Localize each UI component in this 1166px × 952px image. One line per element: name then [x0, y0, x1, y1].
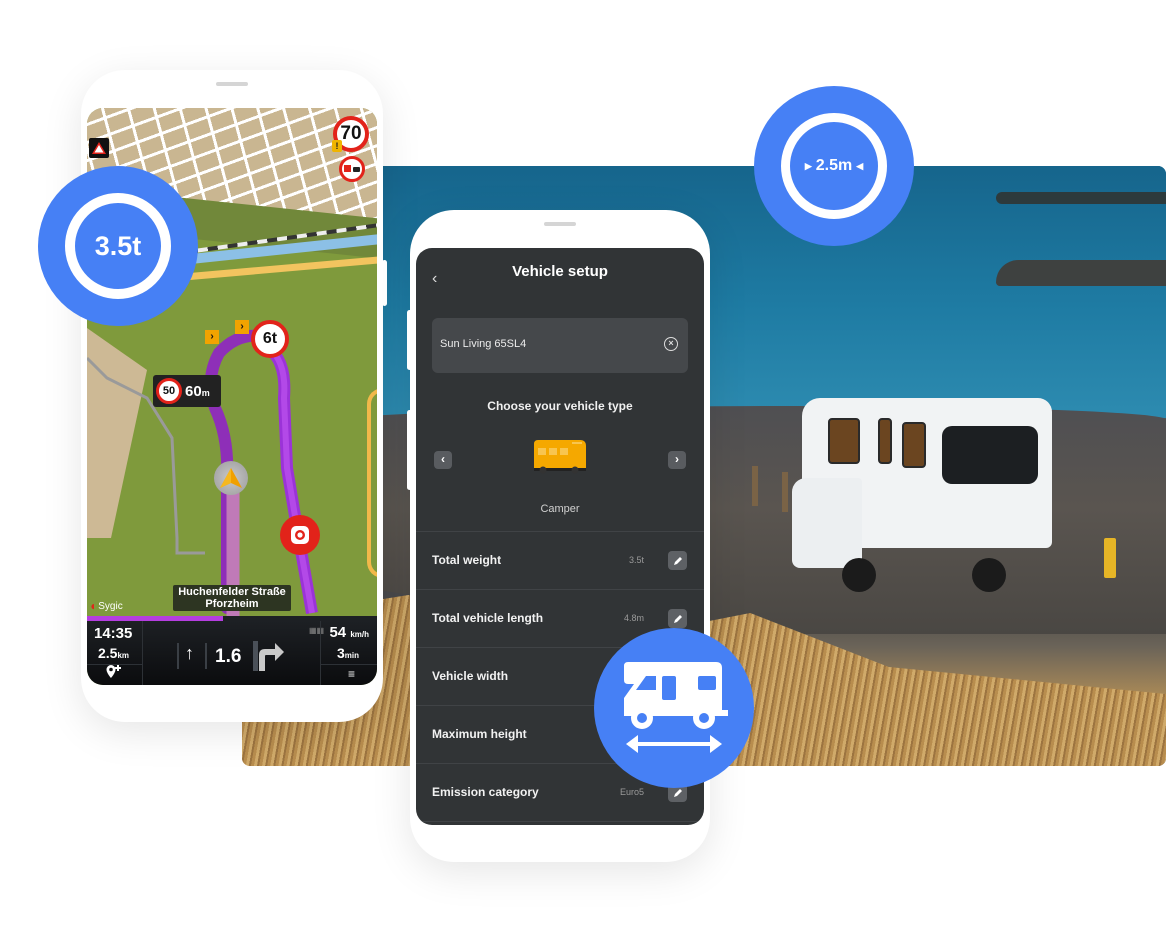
- setting-label: Maximum height: [432, 727, 527, 741]
- add-waypoint-icon[interactable]: [106, 665, 122, 682]
- setting-label: Vehicle width: [432, 669, 509, 683]
- clear-icon[interactable]: ×: [664, 337, 678, 351]
- camper-width-badge: [594, 628, 754, 788]
- previous-vehicle-type-button[interactable]: ‹: [434, 451, 452, 469]
- current-street-label: Huchenfelder Straße Pforzheim: [173, 585, 291, 611]
- phone-side-button: [407, 410, 412, 490]
- setting-label: Total weight: [432, 553, 502, 567]
- street-name: Huchenfelder Straße: [178, 586, 286, 598]
- time-remaining: 3min: [336, 645, 359, 661]
- trip-info-column[interactable]: 14:35 2.5km: [87, 621, 143, 685]
- camper-width-icon: [624, 662, 728, 753]
- width-badge: ▶ 2.5m ◀: [754, 86, 914, 246]
- separator: [205, 643, 207, 669]
- remaining-distance: 2.5km: [98, 645, 130, 661]
- menu-icon[interactable]: ≡: [348, 667, 355, 681]
- sygic-brand-text: Sygic: [98, 600, 123, 612]
- curve-chevron-icon: ›: [235, 320, 249, 334]
- weight-limit-sign: 6t: [251, 320, 289, 358]
- current-position-arrow-icon: [214, 461, 248, 495]
- arrow-right-icon: ▶: [804, 160, 812, 171]
- road-hazard-warning-icon[interactable]: [89, 138, 109, 158]
- setting-label: Total vehicle length: [432, 611, 544, 625]
- setting-label: Emission category: [432, 785, 539, 799]
- land-spit: [996, 260, 1166, 286]
- sygic-logo-icon: ◖: [89, 599, 97, 613]
- phone-side-button: [382, 260, 387, 306]
- weight-badge: 3.5t: [38, 166, 198, 326]
- selected-vehicle-type: Camper: [540, 503, 580, 515]
- setting-value: 3.5t: [628, 555, 644, 565]
- vehicle-name-value: Sun Living 65SL4: [440, 338, 527, 350]
- camper-vehicle-icon: [534, 440, 586, 474]
- land-spit: [996, 192, 1166, 204]
- vehicle-setup-header: ‹ Vehicle setup: [416, 248, 704, 308]
- no-truck-overtaking-sign: [339, 156, 365, 182]
- separator: [177, 643, 179, 669]
- promo-stage: 70 ! › › 6t 50 60m Huchenfelder Straße P…: [0, 0, 1166, 952]
- setting-value: Euro5: [619, 787, 644, 797]
- weight-badge-value: 3.5t: [94, 230, 142, 261]
- upcoming-speed-sign: 50: [156, 378, 182, 404]
- page-title: Vehicle setup: [512, 263, 608, 280]
- vehicle-type-heading: Choose your vehicle type: [487, 399, 633, 413]
- phone-speaker: [216, 82, 248, 86]
- upcoming-speed-limit: 50 60m: [153, 375, 221, 407]
- arrival-time: 14:35: [94, 625, 133, 642]
- curve-chevron-icon: ›: [205, 330, 219, 344]
- camper-van: [792, 398, 1054, 598]
- phone-speaker: [544, 222, 576, 226]
- list-end-divider: [416, 821, 704, 825]
- fence-post: [752, 466, 758, 506]
- sygic-logo: ◖ Sygic: [89, 599, 123, 613]
- straight-arrow-icon: ↑: [185, 643, 194, 663]
- current-speed: 54 km/h: [329, 624, 369, 641]
- width-badge-value: 2.5m: [815, 157, 853, 174]
- divider: [321, 664, 377, 665]
- speed-camera-icon[interactable]: [280, 515, 320, 555]
- weight-badge-ring: 3.5t: [65, 193, 171, 299]
- yellow-marker-post: [1104, 538, 1116, 578]
- turn-right-icon: [253, 641, 285, 671]
- city-name: Pforzheim: [205, 598, 259, 610]
- width-badge-ring: ▶ 2.5m ◀: [781, 113, 887, 219]
- edit-icon[interactable]: [668, 551, 687, 570]
- edit-icon[interactable]: [668, 609, 687, 628]
- next-step-distance: 1.6: [215, 646, 242, 667]
- navigation-info-panel: 14:35 2.5km ↑ 1.6 ▦▦ 54 km/h 3min ≡: [87, 621, 377, 685]
- upcoming-distance: 60m: [185, 382, 210, 400]
- setting-value: 4.8m: [623, 613, 644, 623]
- phone-side-button: [407, 310, 412, 370]
- fence-post: [782, 472, 788, 512]
- next-vehicle-type-button[interactable]: ›: [668, 451, 686, 469]
- setting-row-total-weight[interactable]: Total weight 3.5t: [416, 531, 704, 589]
- arrow-left-icon: ◀: [856, 160, 864, 171]
- speed-warning-icon: !: [332, 140, 342, 152]
- vehicle-name-input[interactable]: Sun Living 65SL4 ×: [432, 318, 688, 373]
